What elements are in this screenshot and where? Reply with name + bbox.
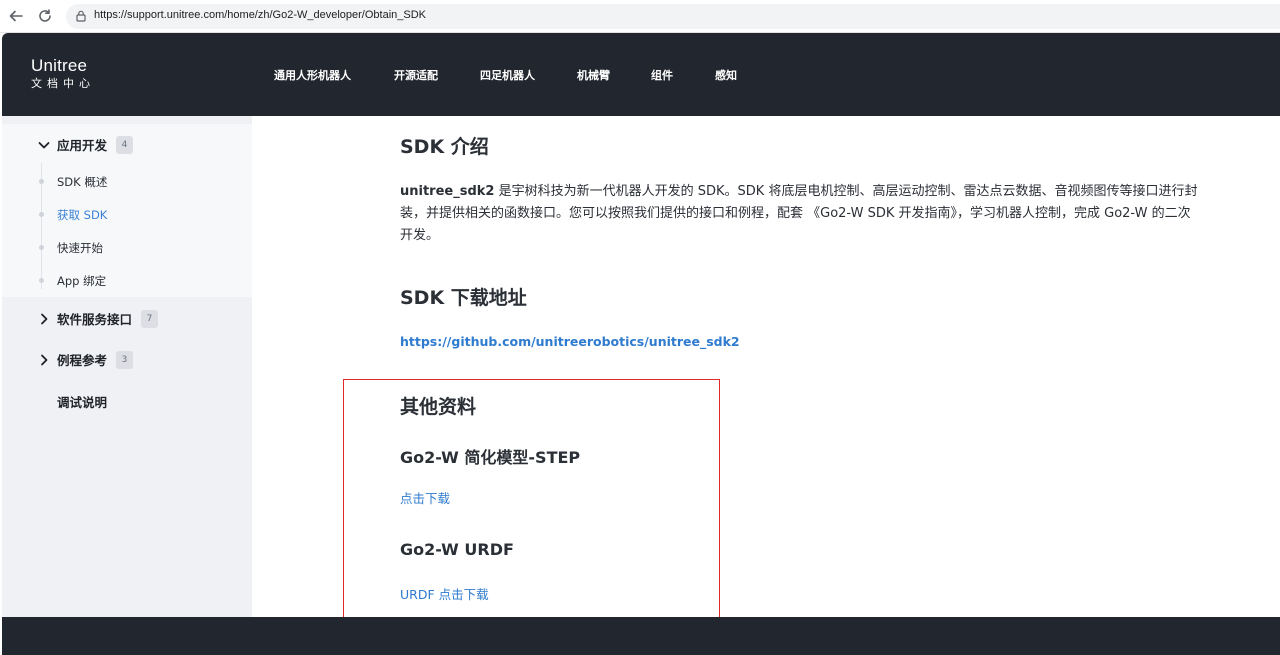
site-logo[interactable]: Unitree 文档中心	[31, 56, 95, 91]
logo-subtitle: 文档中心	[31, 77, 95, 90]
subheading-urdf: Go2-W URDF	[400, 540, 514, 559]
count-badge: 4	[116, 135, 134, 154]
site-info-icon[interactable]	[74, 9, 88, 23]
section-heading-sdk-intro: SDK 介绍	[400, 136, 489, 158]
bullet-dot	[39, 278, 44, 283]
sidebar-item-debug-notes[interactable]: 调试说明	[57, 392, 107, 411]
chevron-right-icon	[41, 354, 48, 365]
sidebar-group-app-dev[interactable]: 应用开发 4	[37, 135, 134, 154]
sidebar-group-label: 例程参考	[57, 353, 108, 368]
nav-humanoid-robots[interactable]: 通用人形机器人	[274, 67, 351, 83]
sidebar-group-label: 软件服务接口	[57, 312, 133, 327]
sdk-github-link[interactable]: https://github.com/unitreerobotics/unitr…	[400, 334, 740, 349]
count-badge: 7	[141, 309, 159, 328]
logo-title: Unitree	[31, 56, 88, 75]
intro-text-line3: 开发。	[400, 228, 440, 243]
address-bar[interactable]: https://support.unitree.com/home/zh/Go2-…	[66, 4, 1280, 29]
site-header: Unitree 文档中心 通用人形机器人 开源适配 四足机器人 机械臂 组件 感…	[2, 33, 1280, 116]
sidebar-item-quick-start[interactable]: 快速开始	[57, 240, 103, 256]
url-text: https://support.unitree.com/home/zh/Go2-…	[94, 9, 427, 21]
sidebar-group-software-service[interactable]: 软件服务接口 7	[37, 309, 159, 328]
section-heading-other-resources: 其他资料	[400, 396, 477, 418]
sidebar-item-app-binding[interactable]: App 绑定	[57, 273, 106, 289]
intro-text-line1: 是宇树科技为新一代机器人开发的 SDK。SDK 将底层电机控制、高层运动控制、雷…	[494, 184, 1198, 199]
sidebar-item-obtain-sdk[interactable]: 获取 SDK	[57, 207, 107, 223]
back-arrow-icon[interactable]	[6, 6, 26, 26]
reload-icon[interactable]	[35, 6, 55, 26]
top-navigation: 通用人形机器人 开源适配 四足机器人 机械臂 组件 感知	[274, 67, 737, 83]
bullet-dot	[39, 179, 44, 184]
nav-perception[interactable]: 感知	[715, 67, 737, 83]
sdk-name: unitree_sdk2	[400, 184, 495, 199]
sidebar-item-sdk-overview[interactable]: SDK 概述	[57, 174, 107, 190]
bullet-dot	[39, 245, 44, 250]
nav-robotic-arm[interactable]: 机械臂	[577, 67, 610, 83]
subheading-step-model: Go2-W 简化模型-STEP	[400, 448, 581, 467]
step-download-link[interactable]: 点击下载	[400, 488, 450, 507]
nav-components[interactable]: 组件	[651, 67, 673, 83]
bullet-dot	[39, 212, 44, 217]
intro-text-line2: 装，并提供相关的函数接口。您可以按照我们提供的接口和例程，配套 《Go2-W S…	[400, 206, 1191, 221]
nav-open-source[interactable]: 开源适配	[394, 67, 438, 83]
section-heading-sdk-download: SDK 下载地址	[400, 287, 527, 309]
urdf-download-link[interactable]: URDF 点击下载	[400, 584, 489, 603]
nav-quadruped-robots[interactable]: 四足机器人	[480, 67, 535, 83]
count-badge: 3	[116, 350, 134, 369]
browser-toolbar: https://support.unitree.com/home/zh/Go2-…	[0, 0, 1280, 33]
chevron-right-icon	[41, 313, 48, 324]
site-footer	[2, 617, 1280, 655]
sidebar-group-examples[interactable]: 例程参考 3	[37, 350, 134, 369]
sidebar: 应用开发 4 SDK 概述 获取 SDK 快速开始 App 绑定 软件服务接口 …	[2, 116, 252, 617]
sidebar-group-label: 应用开发	[57, 138, 108, 153]
intro-paragraph: unitree_sdk2 是宇树科技为新一代机器人开发的 SDK。SDK 将底层…	[400, 181, 1220, 247]
chevron-down-icon	[38, 141, 50, 148]
